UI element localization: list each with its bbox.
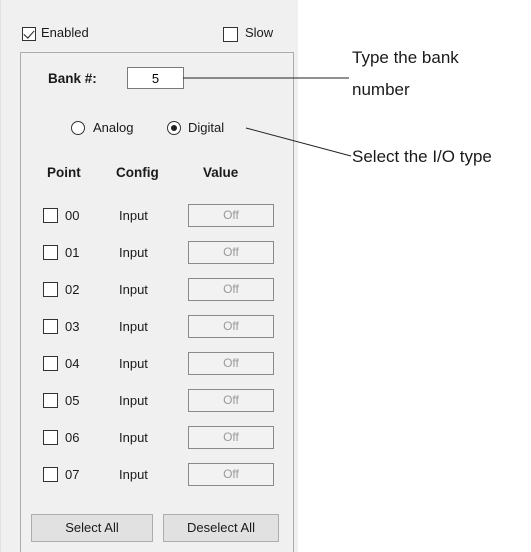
slow-label[interactable]: Slow <box>245 25 273 40</box>
point-value-button[interactable]: Off <box>188 315 274 338</box>
bank-callout-line2: number <box>352 80 410 99</box>
io-type-callout: Select the I/O type <box>352 147 492 166</box>
analog-radio[interactable] <box>71 121 85 135</box>
table-row: 04 Input Off <box>1 351 298 375</box>
value-column-header: Value <box>203 165 239 180</box>
point-config: Input <box>119 282 148 297</box>
bank-label: Bank #: <box>48 71 97 86</box>
point-value-button[interactable]: Off <box>188 352 274 375</box>
deselect-all-button[interactable]: Deselect All <box>163 514 279 542</box>
table-row: 05 Input Off <box>1 388 298 412</box>
point-config: Input <box>119 430 148 445</box>
point-number: 04 <box>65 356 80 371</box>
point-checkbox[interactable] <box>43 208 58 223</box>
digital-radio[interactable] <box>167 121 181 135</box>
table-row: 07 Input Off <box>1 462 298 486</box>
point-config: Input <box>119 393 148 408</box>
point-checkbox[interactable] <box>43 393 58 408</box>
table-row: 00 Input Off <box>1 203 298 227</box>
digital-label[interactable]: Digital <box>188 120 224 135</box>
enabled-label[interactable]: Enabled <box>41 25 89 40</box>
point-config: Input <box>119 245 148 260</box>
point-value-button[interactable]: Off <box>188 389 274 412</box>
enabled-checkbox[interactable] <box>22 27 36 41</box>
point-value-button[interactable]: Off <box>188 426 274 449</box>
point-number: 07 <box>65 467 80 482</box>
point-number: 03 <box>65 319 80 334</box>
point-number: 05 <box>65 393 80 408</box>
point-config: Input <box>119 356 148 371</box>
io-panel: Enabled Slow Bank #: Analog Digital Poin… <box>0 0 298 552</box>
point-value-button[interactable]: Off <box>188 204 274 227</box>
table-row: 01 Input Off <box>1 240 298 264</box>
point-number: 06 <box>65 430 80 445</box>
point-config: Input <box>119 208 148 223</box>
point-checkbox[interactable] <box>43 245 58 260</box>
slow-checkbox[interactable] <box>223 27 238 42</box>
point-checkbox[interactable] <box>43 319 58 334</box>
point-number: 00 <box>65 208 80 223</box>
point-checkbox[interactable] <box>43 356 58 371</box>
point-config: Input <box>119 319 148 334</box>
bank-callout-line1: Type the bank <box>352 48 459 67</box>
point-column-header: Point <box>47 165 81 180</box>
point-value-button[interactable]: Off <box>188 463 274 486</box>
table-row: 02 Input Off <box>1 277 298 301</box>
point-checkbox[interactable] <box>43 467 58 482</box>
point-checkbox[interactable] <box>43 430 58 445</box>
bank-number-input[interactable] <box>127 67 184 89</box>
table-row: 03 Input Off <box>1 314 298 338</box>
point-value-button[interactable]: Off <box>188 241 274 264</box>
point-number: 02 <box>65 282 80 297</box>
point-checkbox[interactable] <box>43 282 58 297</box>
analog-label[interactable]: Analog <box>93 120 133 135</box>
config-column-header: Config <box>116 165 159 180</box>
point-value-button[interactable]: Off <box>188 278 274 301</box>
table-row: 06 Input Off <box>1 425 298 449</box>
select-all-button[interactable]: Select All <box>31 514 153 542</box>
point-config: Input <box>119 467 148 482</box>
point-number: 01 <box>65 245 80 260</box>
